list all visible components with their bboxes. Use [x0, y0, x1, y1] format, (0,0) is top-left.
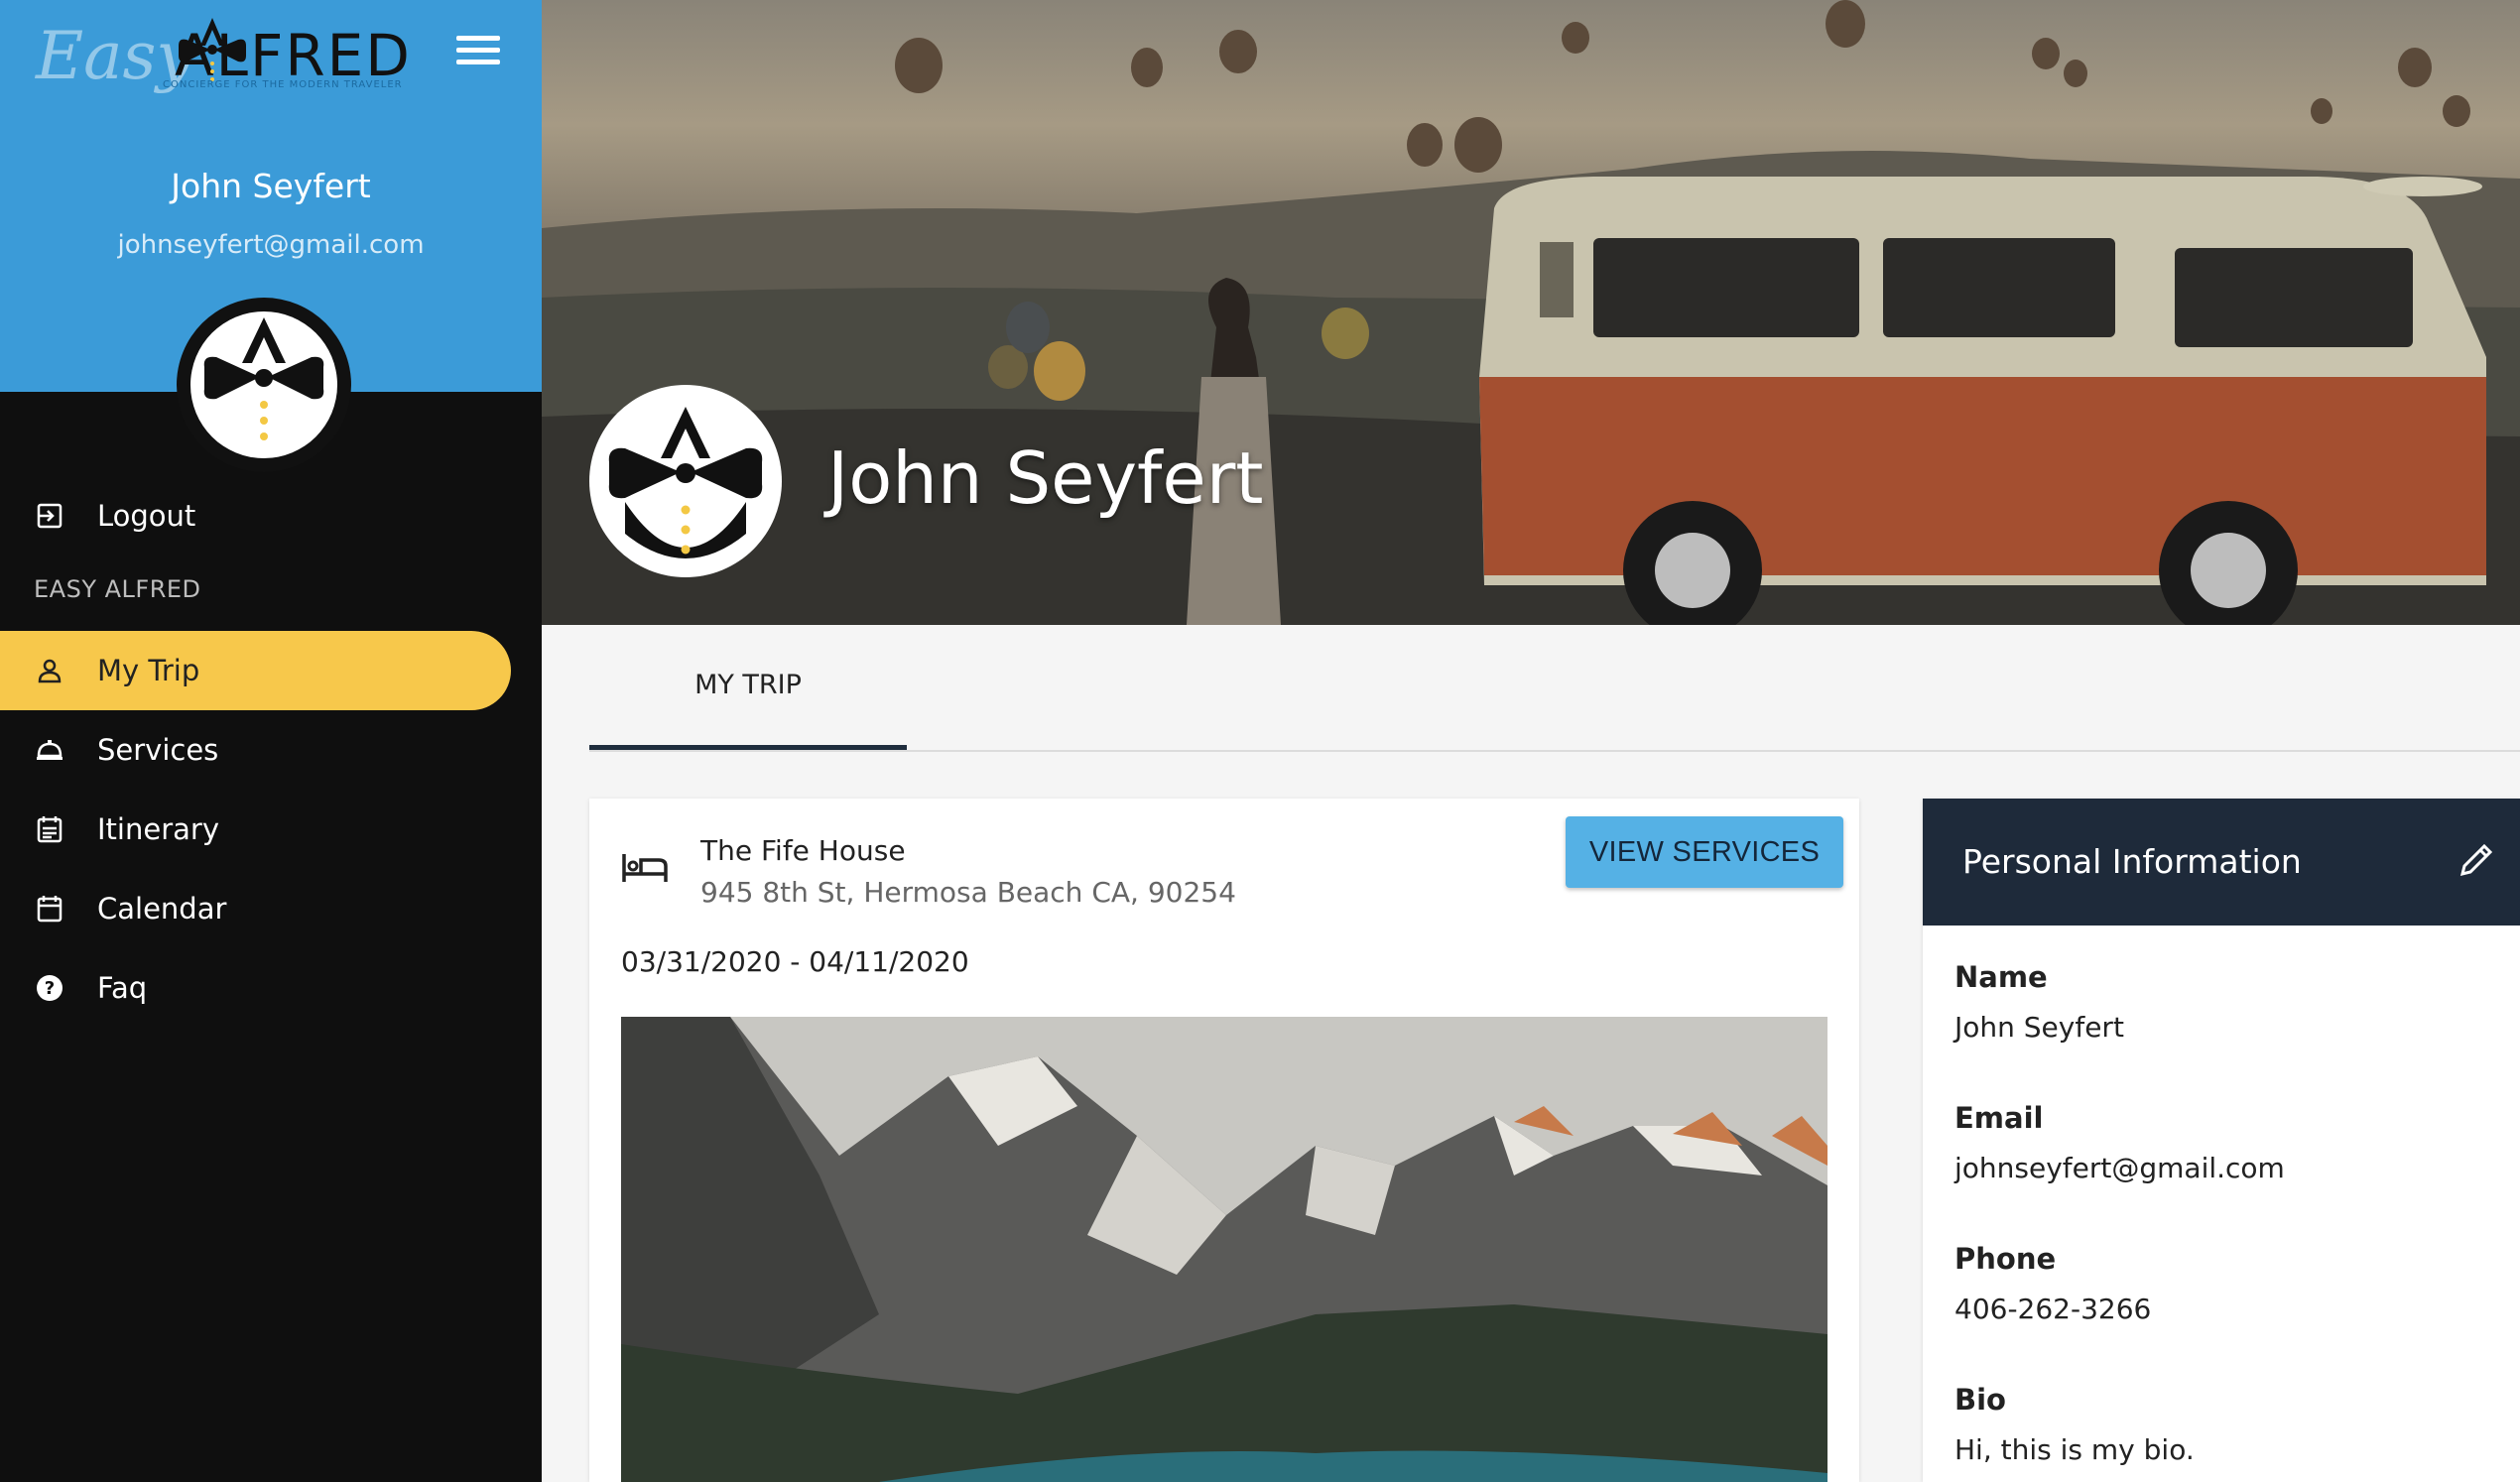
tab-my-trip[interactable]: MY TRIP	[589, 625, 907, 750]
sidebar-user-email: johnseyfert@gmail.com	[117, 230, 425, 260]
personal-info-card: Personal Information Name John Seyfert E…	[1923, 799, 2520, 1482]
destination-photo	[621, 1017, 1827, 1482]
itinerary-icon	[34, 813, 65, 845]
hamburger-menu-icon[interactable]	[456, 36, 500, 69]
sidebar-item-label: My Trip	[97, 654, 200, 687]
bed-icon	[622, 854, 668, 882]
sidebar-avatar[interactable]	[177, 298, 351, 472]
mountain-lake-image	[621, 1017, 1827, 1482]
nav-section-title: EASY ALFRED	[34, 575, 201, 603]
hotel-address: 945 8th St, Hermosa Beach CA, 90254	[700, 876, 1236, 909]
calendar-icon	[34, 893, 65, 925]
sidebar-item-my-trip[interactable]: My Trip	[0, 631, 511, 710]
trip-dates: 03/31/2020 - 04/11/2020	[621, 945, 969, 978]
name-label: Name	[1954, 960, 2048, 994]
cloche-icon	[34, 734, 65, 766]
sidebar-item-itinerary[interactable]: Itinerary	[0, 790, 511, 869]
phone-value: 406-262-3266	[1954, 1293, 2152, 1325]
sidebar-item-label: Calendar	[97, 892, 227, 926]
hero-avatar-bowtie-icon	[591, 387, 780, 575]
logo-tagline: CONCIERGE FOR THE MODERN TRAVELER	[163, 79, 403, 90]
sidebar: Easy ALFRED CONCIERGE FOR THE MODERN TRA…	[0, 0, 542, 1482]
email-label: Email	[1954, 1101, 2044, 1135]
phone-label: Phone	[1954, 1242, 2057, 1276]
sidebar-item-faq[interactable]: ? Faq	[0, 948, 511, 1028]
sidebar-item-services[interactable]: Services	[0, 710, 511, 790]
personal-info-title: Personal Information	[1962, 842, 2302, 881]
email-value: johnseyfert@gmail.com	[1954, 1152, 2285, 1184]
view-services-button[interactable]: VIEW SERVICES	[1566, 816, 1843, 888]
avatar-bowtie-icon	[190, 311, 337, 458]
sidebar-user-name: John Seyfert	[171, 167, 371, 205]
sidebar-item-label: Services	[97, 733, 219, 767]
sidebar-item-calendar[interactable]: Calendar	[0, 869, 511, 948]
hero-avatar[interactable]	[589, 385, 782, 577]
svg-text:?: ?	[45, 978, 55, 999]
sidebar-item-label: Faq	[97, 971, 148, 1005]
tab-bar: MY TRIP	[589, 625, 2520, 752]
edit-pencil-icon[interactable]	[2457, 840, 2496, 880]
logout-icon	[34, 500, 65, 532]
hero-background-image	[542, 0, 2520, 625]
easy-alfred-logo[interactable]: Easy ALFRED CONCIERGE FOR THE MODERN TRA…	[36, 14, 423, 94]
hotel-name: The Fife House	[700, 834, 906, 867]
trip-card: The Fife House 945 8th St, Hermosa Beach…	[589, 799, 1859, 1482]
person-icon	[34, 655, 65, 686]
logout-label: Logout	[97, 499, 196, 533]
bowtie-logo-icon	[179, 18, 246, 81]
sidebar-item-label: Itinerary	[97, 812, 219, 846]
bio-label: Bio	[1954, 1383, 2006, 1417]
bio-value: Hi, this is my bio.	[1954, 1433, 2195, 1466]
name-value: John Seyfert	[1954, 1011, 2124, 1044]
hero-user-name: John Seyfert	[827, 436, 1264, 520]
help-icon: ?	[34, 972, 65, 1004]
personal-info-header: Personal Information	[1923, 799, 2520, 926]
profile-hero-banner: John Seyfert	[542, 0, 2520, 625]
logout-link[interactable]: Logout	[0, 476, 511, 556]
